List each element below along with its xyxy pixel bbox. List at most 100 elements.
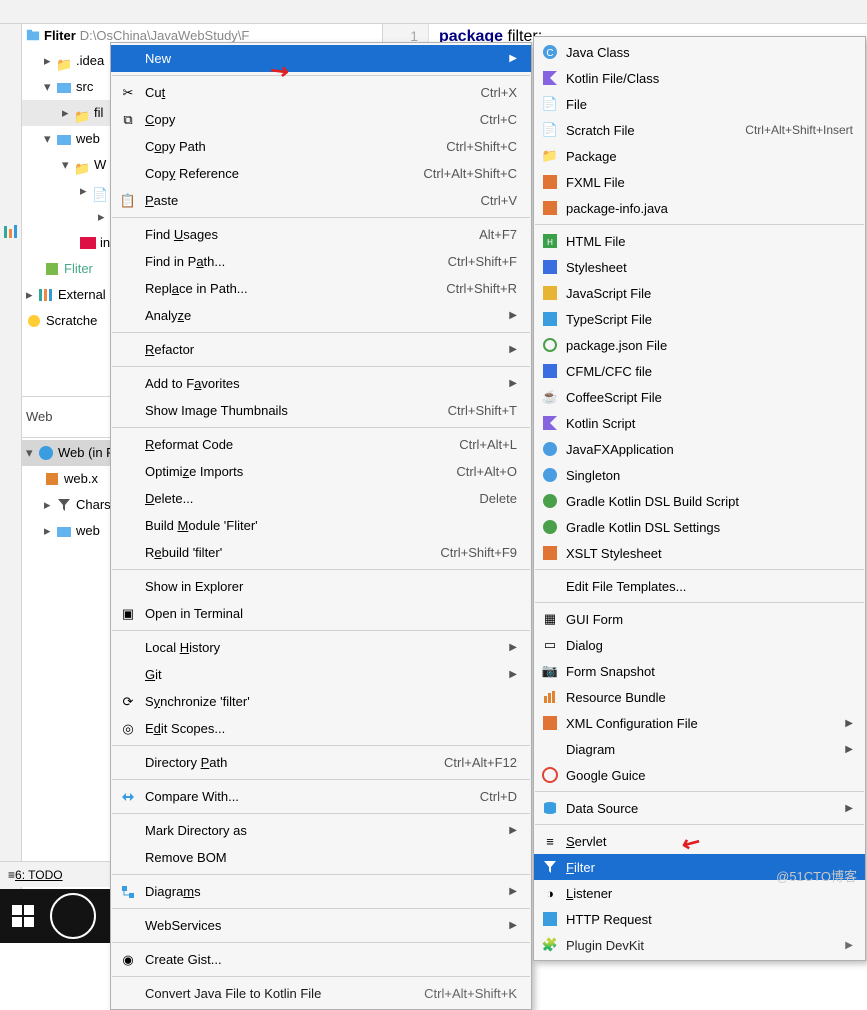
sub-html[interactable]: HHTML File [534, 228, 865, 254]
jsp-icon [80, 235, 96, 251]
ctx-show-thumbs[interactable]: Show Image ThumbnailsCtrl+Shift+T [111, 397, 531, 424]
sub-xslt[interactable]: XSLT Stylesheet [534, 540, 865, 566]
ctx-optimize-imports[interactable]: Optimize ImportsCtrl+Alt+O [111, 458, 531, 485]
sub-form-snapshot[interactable]: 📷Form Snapshot [534, 658, 865, 684]
ctx-webservices[interactable]: WebServices▶ [111, 912, 531, 939]
ctx-refactor[interactable]: Refactor▶ [111, 336, 531, 363]
source-folder-icon [56, 79, 72, 95]
plugin-icon: 🧩 [541, 936, 559, 954]
ctx-diagrams[interactable]: Diagrams▶ [111, 878, 531, 905]
ctx-find-in-path[interactable]: Find in Path...Ctrl+Shift+F [111, 248, 531, 275]
ctx-analyze[interactable]: Analyze▶ [111, 302, 531, 329]
ctx-open-terminal[interactable]: ▣Open in Terminal [111, 600, 531, 627]
cortana-icon[interactable] [50, 893, 96, 939]
sub-edit-templates[interactable]: Edit File Templates... [534, 573, 865, 599]
ctx-reformat[interactable]: Reformat CodeCtrl+Alt+L [111, 431, 531, 458]
sub-diagram[interactable]: Diagram▶ [534, 736, 865, 762]
sub-filter[interactable]: Filter [534, 854, 865, 880]
ctx-git[interactable]: Git▶ [111, 661, 531, 688]
sub-coffee[interactable]: ☕CoffeeScript File [534, 384, 865, 410]
sub-cfml[interactable]: CFML/CFC file [534, 358, 865, 384]
compare-icon [119, 788, 137, 806]
ctx-compare[interactable]: Compare With...Ctrl+D [111, 783, 531, 810]
ctx-paste[interactable]: 📋PasteCtrl+V [111, 187, 531, 214]
ctx-synchronize[interactable]: ⟳Synchronize 'filter' [111, 688, 531, 715]
sub-data-source[interactable]: Data Source▶ [534, 795, 865, 821]
windows-start-icon[interactable] [0, 893, 46, 939]
sub-xml-config[interactable]: XML Configuration File▶ [534, 710, 865, 736]
ctx-new[interactable]: New▶ [111, 45, 531, 72]
scratch-icon: 📄 [541, 121, 559, 139]
context-menu: New▶ ✂CutCtrl+X ⧉CopyCtrl+C Copy PathCtr… [110, 42, 532, 1010]
sub-http-request[interactable]: HTTP Request [534, 906, 865, 932]
structure-icon[interactable] [3, 224, 19, 240]
ctx-cut[interactable]: ✂CutCtrl+X [111, 79, 531, 106]
breadcrumb-project: Fliter [44, 28, 76, 43]
sub-pkginfo[interactable]: package-info.java [534, 195, 865, 221]
libraries-icon [38, 287, 54, 303]
sub-gradle-settings[interactable]: Gradle Kotlin DSL Settings [534, 514, 865, 540]
ctx-copy-ref[interactable]: Copy ReferenceCtrl+Alt+Shift+C [111, 160, 531, 187]
ctx-show-explorer[interactable]: Show in Explorer [111, 573, 531, 600]
sub-servlet[interactable]: ≡Servlet [534, 828, 865, 854]
ctx-find-usages[interactable]: Find UsagesAlt+F7 [111, 221, 531, 248]
ctx-create-gist[interactable]: ◉Create Gist... [111, 946, 531, 973]
sub-singleton[interactable]: Singleton [534, 462, 865, 488]
database-icon [541, 799, 559, 817]
sub-fxml[interactable]: FXML File [534, 169, 865, 195]
dialog-icon: ▭ [541, 636, 559, 654]
sub-javafx[interactable]: JavaFXApplication [534, 436, 865, 462]
listener-icon: ◑ [541, 884, 559, 902]
kotlin-icon [541, 69, 559, 87]
filter-icon [56, 497, 72, 513]
svg-text:C: C [546, 48, 553, 59]
github-icon: ◉ [119, 951, 137, 969]
sub-kts[interactable]: Kotlin Script [534, 410, 865, 436]
sub-ts[interactable]: TypeScript File [534, 306, 865, 332]
ctx-replace-in-path[interactable]: Replace in Path...Ctrl+Shift+R [111, 275, 531, 302]
ctx-build-module[interactable]: Build Module 'Fliter' [111, 512, 531, 539]
scope-icon: ◎ [119, 720, 137, 738]
ctx-copy-path[interactable]: Copy PathCtrl+Shift+C [111, 133, 531, 160]
ctx-local-history[interactable]: Local History▶ [111, 634, 531, 661]
sub-pkgjson[interactable]: package.json File [534, 332, 865, 358]
sub-gui-form[interactable]: ▦GUI Form [534, 606, 865, 632]
ctx-dir-path[interactable]: Directory PathCtrl+Alt+F12 [111, 749, 531, 776]
ts-icon [541, 310, 559, 328]
todo-toolwindow-button[interactable]: ≡ 6: TODO [0, 861, 110, 887]
sub-file[interactable]: 📄File [534, 91, 865, 117]
sub-css[interactable]: Stylesheet [534, 254, 865, 280]
cut-icon: ✂ [119, 84, 137, 102]
snapshot-icon: 📷 [541, 662, 559, 680]
sub-package[interactable]: 📁Package [534, 143, 865, 169]
ctx-delete[interactable]: Delete...Delete [111, 485, 531, 512]
sync-icon: ⟳ [119, 693, 137, 711]
ctx-remove-bom[interactable]: Remove BOM [111, 844, 531, 871]
sub-scratch[interactable]: 📄Scratch FileCtrl+Alt+Shift+Insert [534, 117, 865, 143]
google-icon [541, 766, 559, 784]
sub-java-class[interactable]: CJava Class [534, 39, 865, 65]
kotlin-icon [541, 414, 559, 432]
sub-guice[interactable]: Google Guice [534, 762, 865, 788]
sub-kotlin[interactable]: Kotlin File/Class [534, 65, 865, 91]
java-class-icon: C [541, 43, 559, 61]
ctx-mark-dir[interactable]: Mark Directory as▶ [111, 817, 531, 844]
ctx-rebuild[interactable]: Rebuild 'filter'Ctrl+Shift+F9 [111, 539, 531, 566]
sub-listener[interactable]: ◑Listener [534, 880, 865, 906]
copy-icon: ⧉ [119, 111, 137, 129]
sub-gradle-build[interactable]: Gradle Kotlin DSL Build Script [534, 488, 865, 514]
xslt-icon [541, 544, 559, 562]
ctx-copy[interactable]: ⧉CopyCtrl+C [111, 106, 531, 133]
svg-text:H: H [547, 238, 553, 247]
sub-plugin-devkit[interactable]: 🧩Plugin DevKit▶ [534, 932, 865, 958]
sub-js[interactable]: JavaScript File [534, 280, 865, 306]
ctx-add-fav[interactable]: Add to Favorites▶ [111, 370, 531, 397]
diagram-icon [119, 883, 137, 901]
ctx-convert-kotlin[interactable]: Convert Java File to Kotlin FileCtrl+Alt… [111, 980, 531, 1007]
package-icon: 📁 [74, 105, 90, 121]
sub-resource-bundle[interactable]: Resource Bundle [534, 684, 865, 710]
ctx-edit-scopes[interactable]: ◎Edit Scopes... [111, 715, 531, 742]
folder-icon: 📁 [56, 53, 72, 69]
sub-dialog[interactable]: ▭Dialog [534, 632, 865, 658]
module-icon [44, 261, 60, 277]
